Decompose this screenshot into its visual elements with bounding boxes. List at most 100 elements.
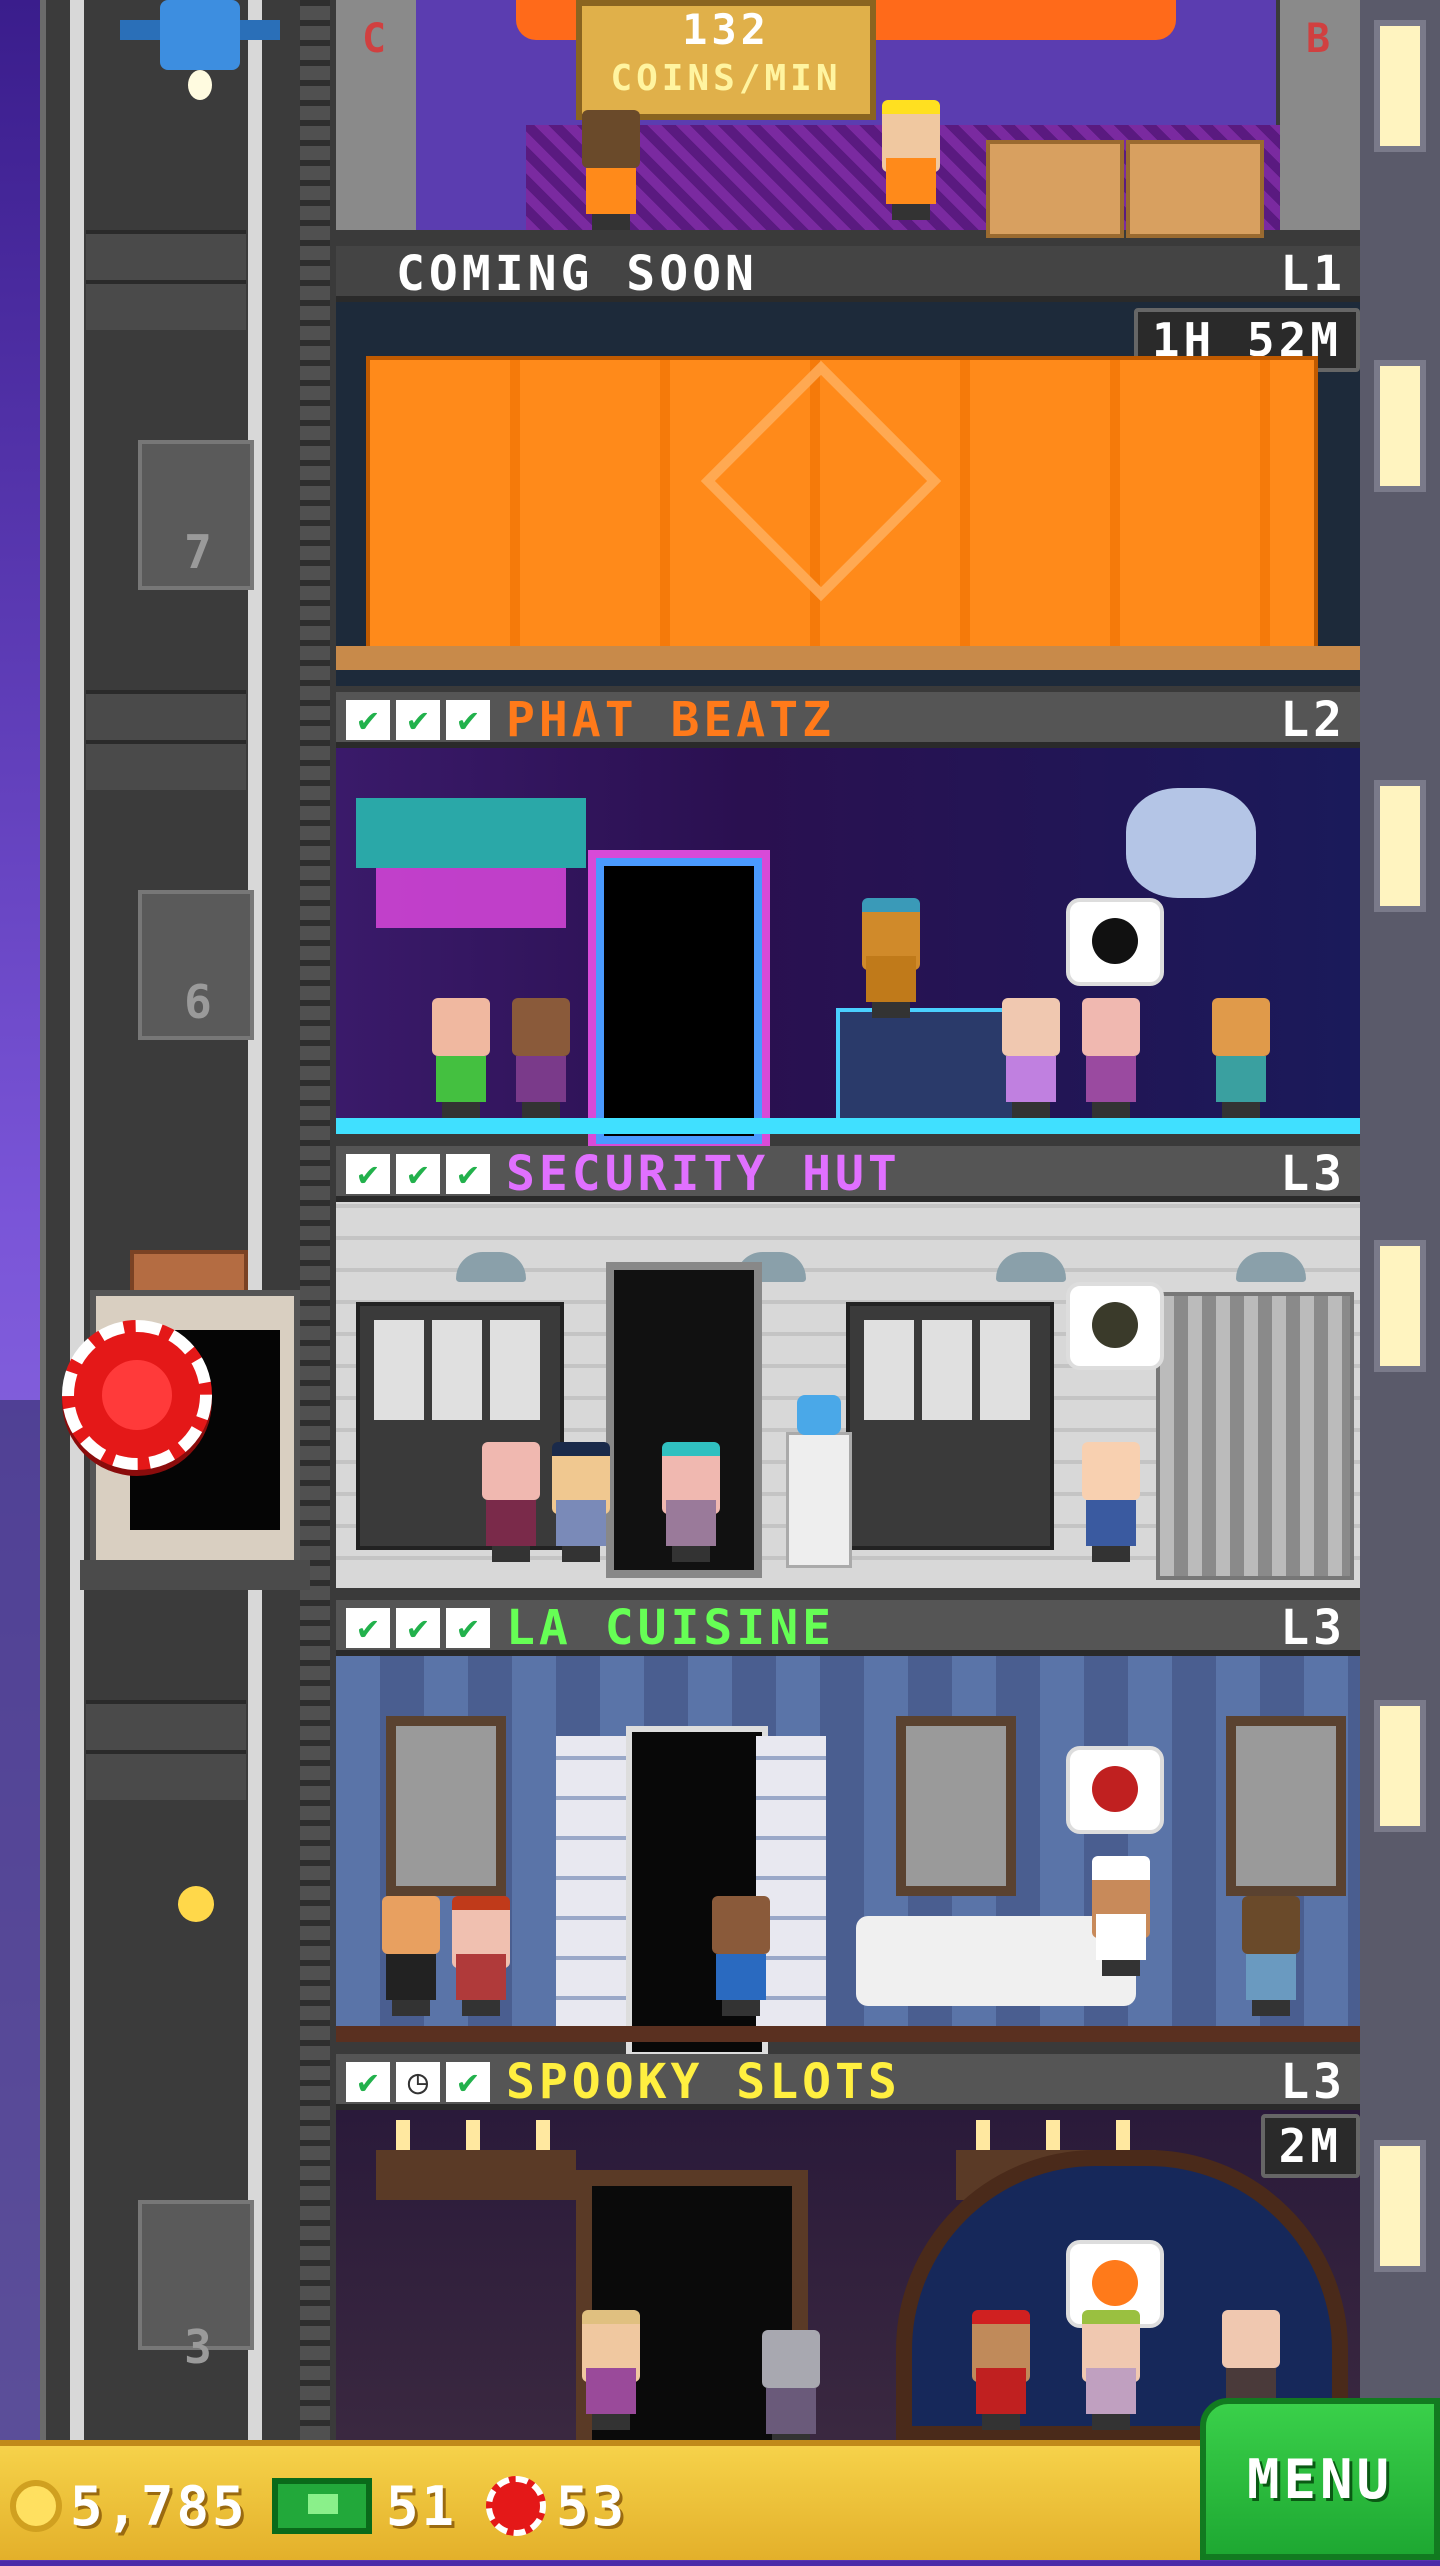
- speech-bubble[interactable]: [1066, 1282, 1164, 1370]
- stock-checks: ✔ ◷ ✔: [346, 2062, 496, 2102]
- security-scene: [336, 1202, 1360, 1588]
- floor-header: ✔ ✔ ✔ LA CUISINE L3: [336, 1600, 1360, 1656]
- floor-name: PHAT BEATZ: [506, 692, 835, 748]
- bitizen[interactable]: [576, 110, 646, 230]
- floor-level: L3: [1280, 1146, 1346, 1202]
- ceiling-lamp: [456, 1252, 526, 1282]
- check-icon: ✔: [446, 2062, 490, 2102]
- club-door: [596, 858, 762, 1144]
- bitizen[interactable]: [706, 1896, 776, 2016]
- building-window: [1374, 2140, 1426, 2272]
- bitizen[interactable]: [1076, 2310, 1146, 2430]
- shaft-rail: [248, 0, 262, 2440]
- floor-level: L2: [1280, 692, 1346, 748]
- bitizen[interactable]: [1206, 998, 1276, 1118]
- stock-checks: ✔ ✔ ✔: [346, 1608, 496, 1648]
- chip-reward-icon[interactable]: [62, 1320, 212, 1470]
- ceiling-lamp: [1236, 1252, 1306, 1282]
- painting: [1226, 1716, 1346, 1896]
- shaft-brick-wall: [86, 1700, 246, 1800]
- floor-security-hut[interactable]: ✔ ✔ ✔ SECURITY HUT L3: [336, 1146, 1360, 1594]
- bitizen[interactable]: [656, 1442, 726, 1562]
- coins-counter[interactable]: 5,785: [10, 2446, 248, 2566]
- check-icon: ✔: [346, 2062, 390, 2102]
- building-window: [1374, 780, 1426, 912]
- check-icon: ✔: [396, 1154, 440, 1194]
- floor-coming-soon[interactable]: COMING SOON L1 1H 52M: [336, 246, 1360, 686]
- floor-name: SECURITY HUT: [506, 1146, 901, 1202]
- security-console: [846, 1302, 1054, 1550]
- shaft-edge-trim: [300, 0, 330, 2440]
- bitizen[interactable]: [1076, 998, 1146, 1118]
- bitizen-chef[interactable]: [1086, 1856, 1156, 1976]
- bitizen[interactable]: [426, 998, 496, 1118]
- check-icon: ✔: [346, 700, 390, 740]
- bitizen[interactable]: [506, 998, 576, 1118]
- bitizen[interactable]: [1236, 1896, 1306, 2016]
- bitizen[interactable]: [376, 1896, 446, 2016]
- pole-letter: C: [362, 16, 387, 62]
- lobby-crate: [1126, 140, 1264, 238]
- coin-rate-amount: 132: [682, 5, 770, 54]
- casino-scene: 2M: [336, 2110, 1360, 2472]
- coin-rate-sign: 132 COINS/MIN: [576, 0, 876, 120]
- building-window: [1374, 1240, 1426, 1372]
- bitizen[interactable]: [446, 1896, 516, 2016]
- floor-header: ✔ ◷ ✔ SPOOKY SLOTS L3: [336, 2054, 1360, 2110]
- chips-value: 53: [556, 2474, 628, 2538]
- floor-name: SPOOKY SLOTS: [506, 2054, 901, 2110]
- chips-counter[interactable]: 53: [486, 2446, 627, 2566]
- menu-button[interactable]: MENU: [1200, 2398, 1440, 2560]
- lobby-crate: [986, 140, 1124, 238]
- lobby-floor[interactable]: C B 132 COINS/MIN: [336, 0, 1360, 240]
- shaft-brick-wall: [86, 230, 246, 330]
- shaft-rail: [70, 0, 84, 2440]
- bitizen[interactable]: [576, 2310, 646, 2430]
- elevator-base: [80, 1560, 310, 1590]
- elevator-motor-icon: [100, 0, 280, 110]
- check-icon: ✔: [446, 1608, 490, 1648]
- bitizen-guard[interactable]: [546, 1442, 616, 1562]
- bitizen[interactable]: [966, 2310, 1036, 2430]
- nightclub-scene: [336, 748, 1360, 1144]
- floor-name: LA CUISINE: [506, 1600, 835, 1656]
- floor-stripe: [336, 2026, 1360, 2042]
- coins-value: 5,785: [70, 2474, 248, 2538]
- floor-header: ✔ ✔ ✔ SECURITY HUT L3: [336, 1146, 1360, 1202]
- floorboard: [336, 646, 1360, 670]
- bitizen-zombie[interactable]: [756, 2330, 826, 2450]
- shaft-floor-number: 7: [184, 525, 212, 579]
- bitizen[interactable]: [876, 100, 946, 220]
- bitizen-dj[interactable]: [856, 898, 926, 1018]
- pole-letter: B: [1306, 16, 1331, 62]
- bitizen[interactable]: [476, 1442, 546, 1562]
- lobby-pole-right: B: [1280, 0, 1360, 230]
- shaft-floor-number: 3: [184, 2320, 212, 2374]
- clock-icon: ◷: [396, 2062, 440, 2102]
- ceiling-lamp: [996, 1252, 1066, 1282]
- floor-level: L1: [1280, 246, 1346, 302]
- stage-floor: [336, 1118, 1360, 1134]
- floor-la-cuisine[interactable]: ✔ ✔ ✔ LA CUISINE L3: [336, 1600, 1360, 2058]
- bitizen[interactable]: [1076, 1442, 1146, 1562]
- restaurant-scene: [336, 1656, 1360, 2058]
- building-window: [1374, 1700, 1426, 1832]
- restock-timer: 2M: [1260, 2114, 1360, 2178]
- chip-icon: [486, 2476, 546, 2536]
- chandelier: [376, 2120, 576, 2200]
- bux-counter[interactable]: 51: [272, 2446, 457, 2566]
- restaurant-door: [556, 1726, 826, 2058]
- speech-bubble[interactable]: [1066, 1746, 1164, 1834]
- floor-spooky-slots[interactable]: ✔ ◷ ✔ SPOOKY SLOTS L3 2M: [336, 2054, 1360, 2472]
- bar-light: [376, 868, 566, 928]
- falling-coin-icon[interactable]: [150, 1860, 220, 1922]
- water-cooler: [786, 1395, 852, 1568]
- neighbor-building: [1360, 0, 1440, 2440]
- speech-bubble[interactable]: [1066, 898, 1164, 986]
- building-window: [1374, 20, 1426, 152]
- jail-cell: [1156, 1292, 1354, 1580]
- floor-phat-beatz[interactable]: ✔ ✔ ✔ PHAT BEATZ L2: [336, 692, 1360, 1144]
- building-window: [1374, 360, 1426, 492]
- floor-level: L3: [1280, 2054, 1346, 2110]
- bitizen[interactable]: [996, 998, 1066, 1118]
